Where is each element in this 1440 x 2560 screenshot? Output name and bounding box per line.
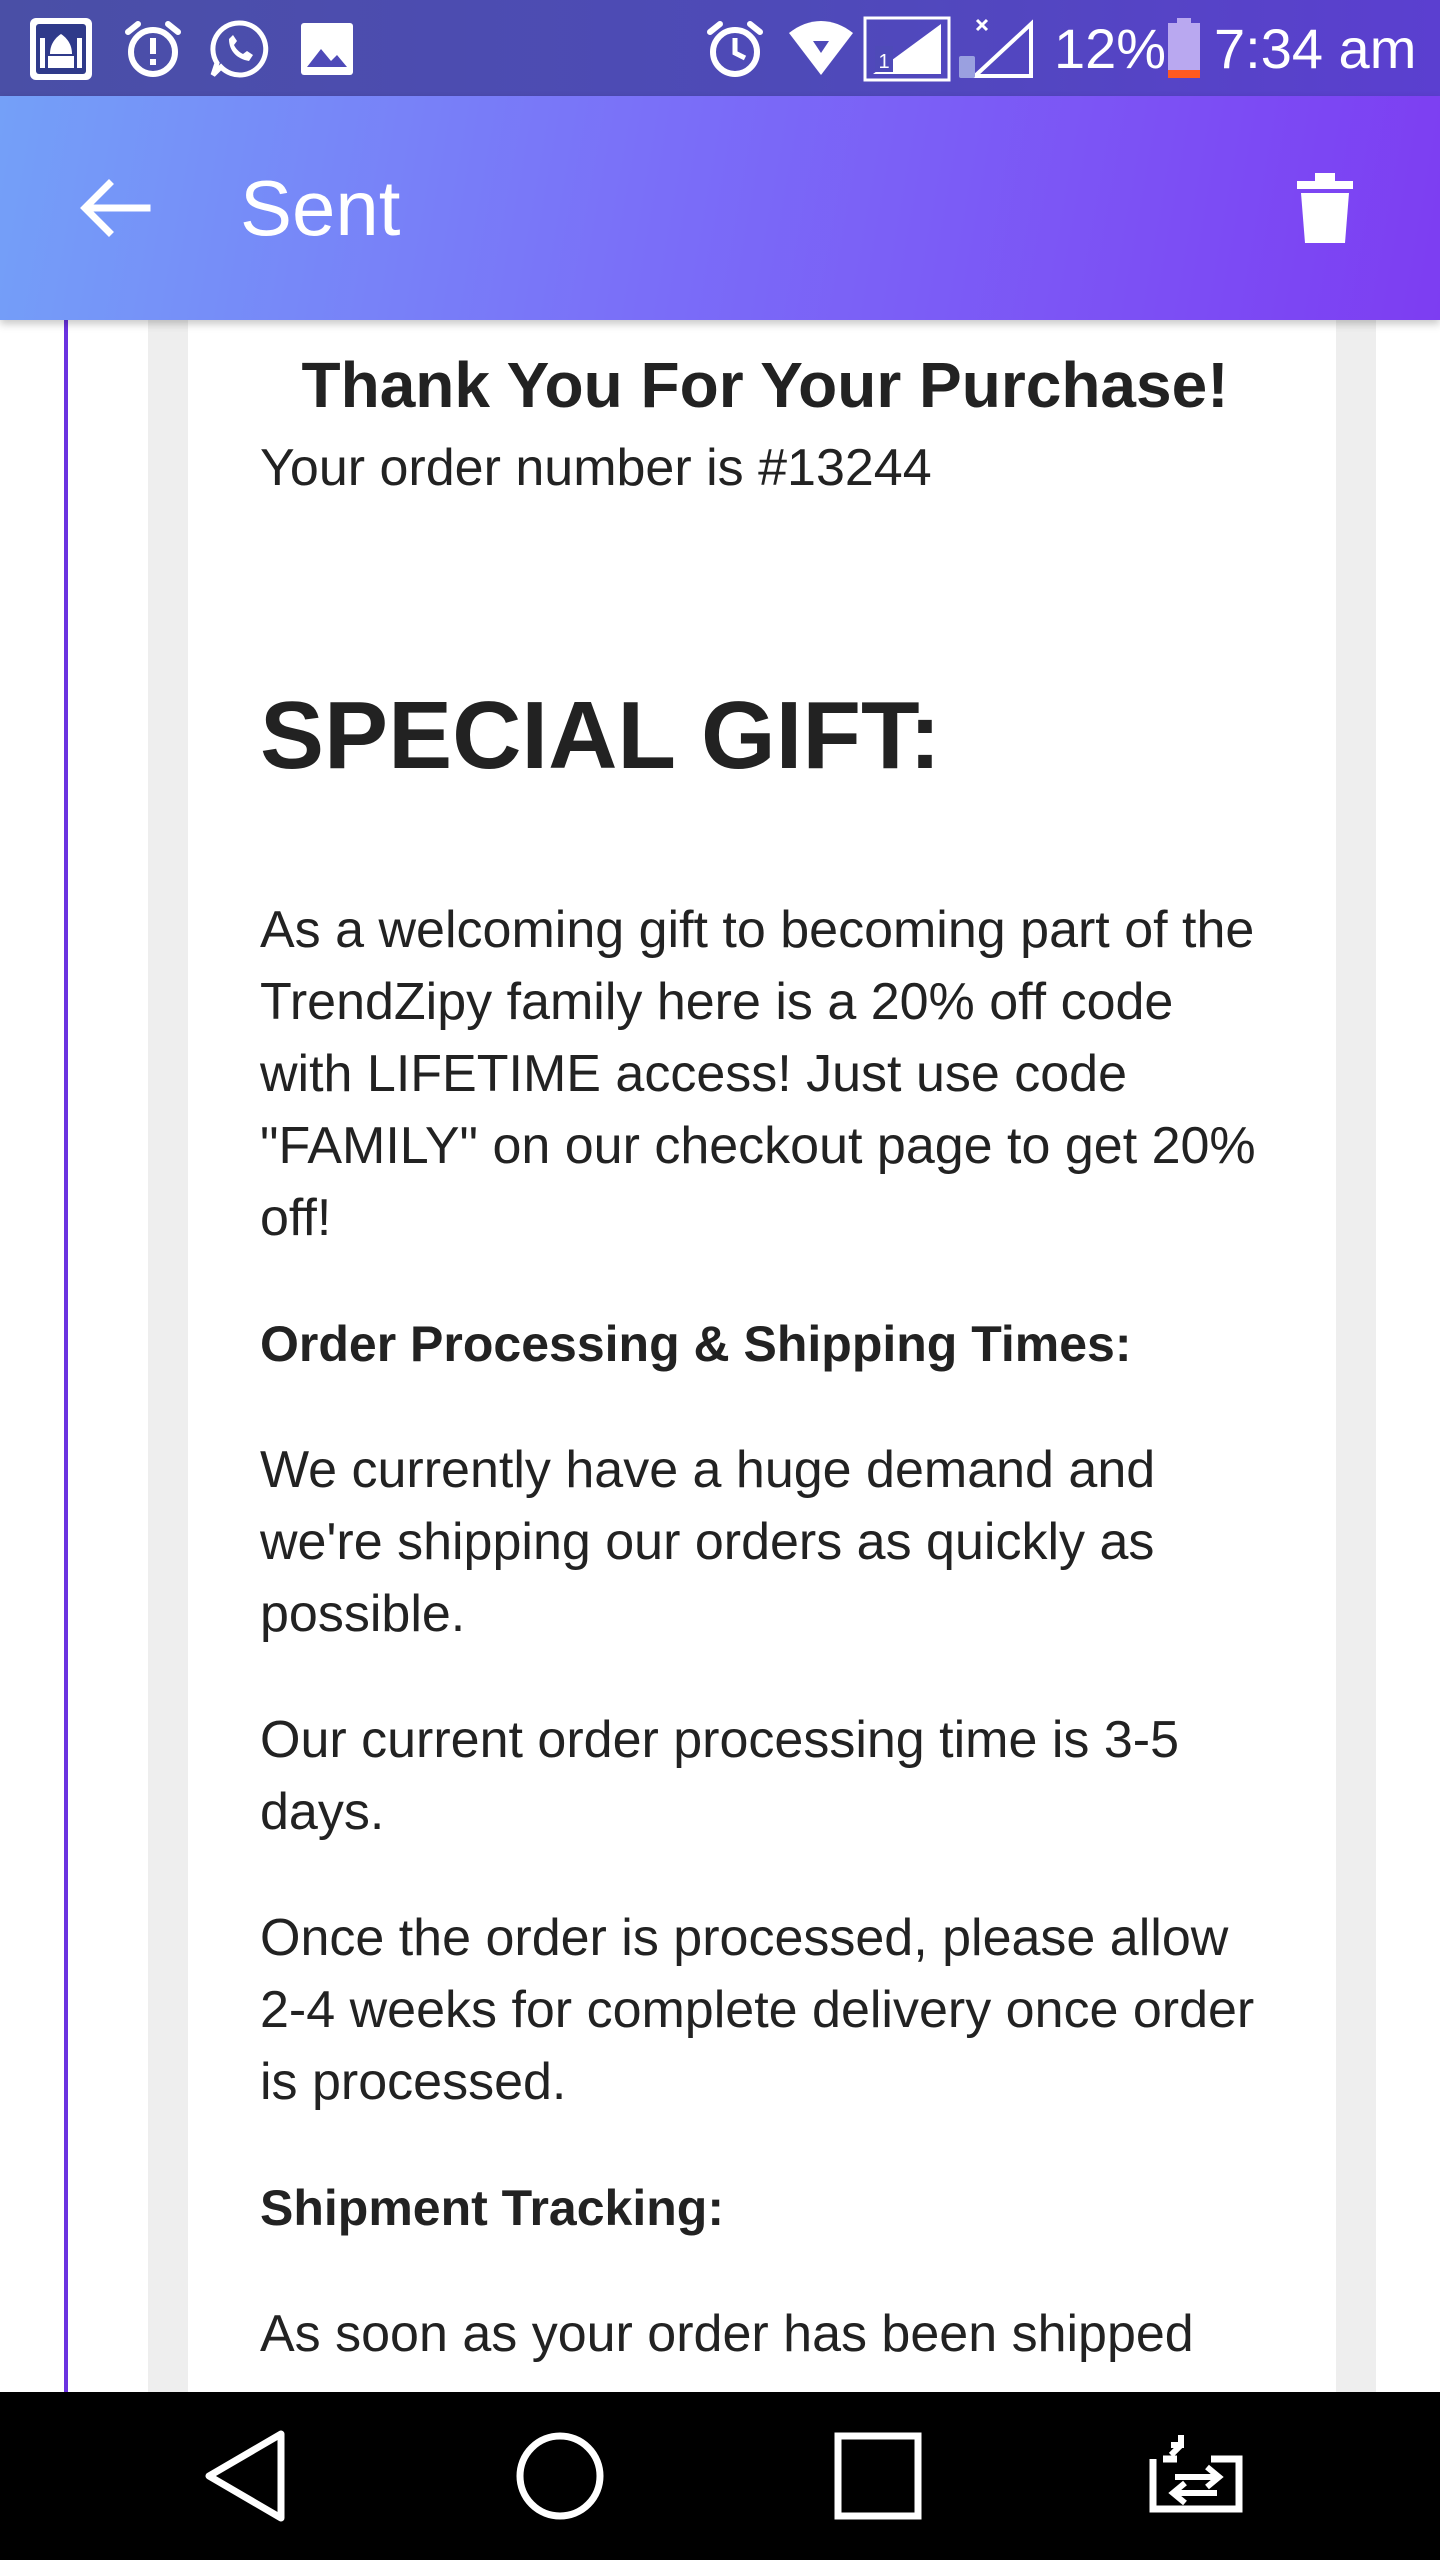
- special-gift-heading: SPECIAL GIFT:: [260, 682, 941, 789]
- dual-app-switch-icon: [1149, 2435, 1243, 2513]
- processing-heading: Order Processing & Shipping Times:: [260, 1316, 1132, 1372]
- wifi-icon: [786, 14, 856, 84]
- back-button[interactable]: [60, 160, 170, 256]
- nav-recents-button[interactable]: [818, 2416, 938, 2536]
- signal-sim2-icon: [956, 14, 1036, 84]
- processing-paragraph-1: We currently have a huge demand and we'r…: [260, 1441, 1156, 1643]
- processing-paragraph-3: Once the order is processed, please allo…: [260, 1909, 1255, 2111]
- alarm-icon: [700, 14, 770, 84]
- back-triangle-icon: [205, 2430, 285, 2522]
- tracking-heading: Shipment Tracking:: [260, 2180, 724, 2236]
- mosque-app-icon: [26, 14, 96, 84]
- screen: 1 12% 7:34 am Sent Thank You For Your Pu…: [0, 0, 1440, 2560]
- clock: 7:34 am: [1214, 17, 1417, 80]
- email-title: Thank You For Your Purchase!: [301, 349, 1229, 421]
- image-icon: [292, 14, 362, 84]
- navigation-bar: [0, 2392, 1440, 2560]
- app-bar: Sent: [0, 96, 1440, 320]
- nav-back-button[interactable]: [186, 2416, 306, 2536]
- home-circle-icon: [516, 2432, 604, 2520]
- alarm-alert-icon: [118, 14, 188, 84]
- email-card: Thank You For Your Purchase! Your order …: [188, 320, 1336, 2392]
- gift-paragraph: As a welcoming gift to becoming part of …: [260, 901, 1256, 1247]
- status-bar: 1 12% 7:34 am: [0, 0, 1440, 96]
- email-frame: Thank You For Your Purchase! Your order …: [148, 320, 1376, 2392]
- nav-home-button[interactable]: [500, 2416, 620, 2536]
- quote-rule: [64, 320, 68, 2392]
- battery-icon: [1164, 14, 1204, 84]
- tracking-paragraph-1: As soon as your order has been shipped: [260, 2305, 1194, 2363]
- arrow-left-icon: [80, 179, 151, 237]
- signal-sim1-icon: 1: [862, 14, 952, 84]
- email-content: Thank You For Your Purchase! Your order …: [260, 340, 1270, 2370]
- order-number-line: Your order number is #13244: [260, 439, 932, 497]
- recents-square-icon: [834, 2432, 922, 2520]
- page-title: Sent: [240, 164, 401, 252]
- processing-paragraph-2: Our current order processing time is 3-5…: [260, 1711, 1180, 1841]
- trash-icon: [1297, 173, 1353, 243]
- nav-dual-app-button[interactable]: [1136, 2416, 1256, 2536]
- delete-button[interactable]: [1270, 156, 1380, 260]
- svg-text:1: 1: [878, 51, 889, 73]
- battery-percent: 12%: [1054, 17, 1167, 80]
- whatsapp-icon: [204, 14, 274, 84]
